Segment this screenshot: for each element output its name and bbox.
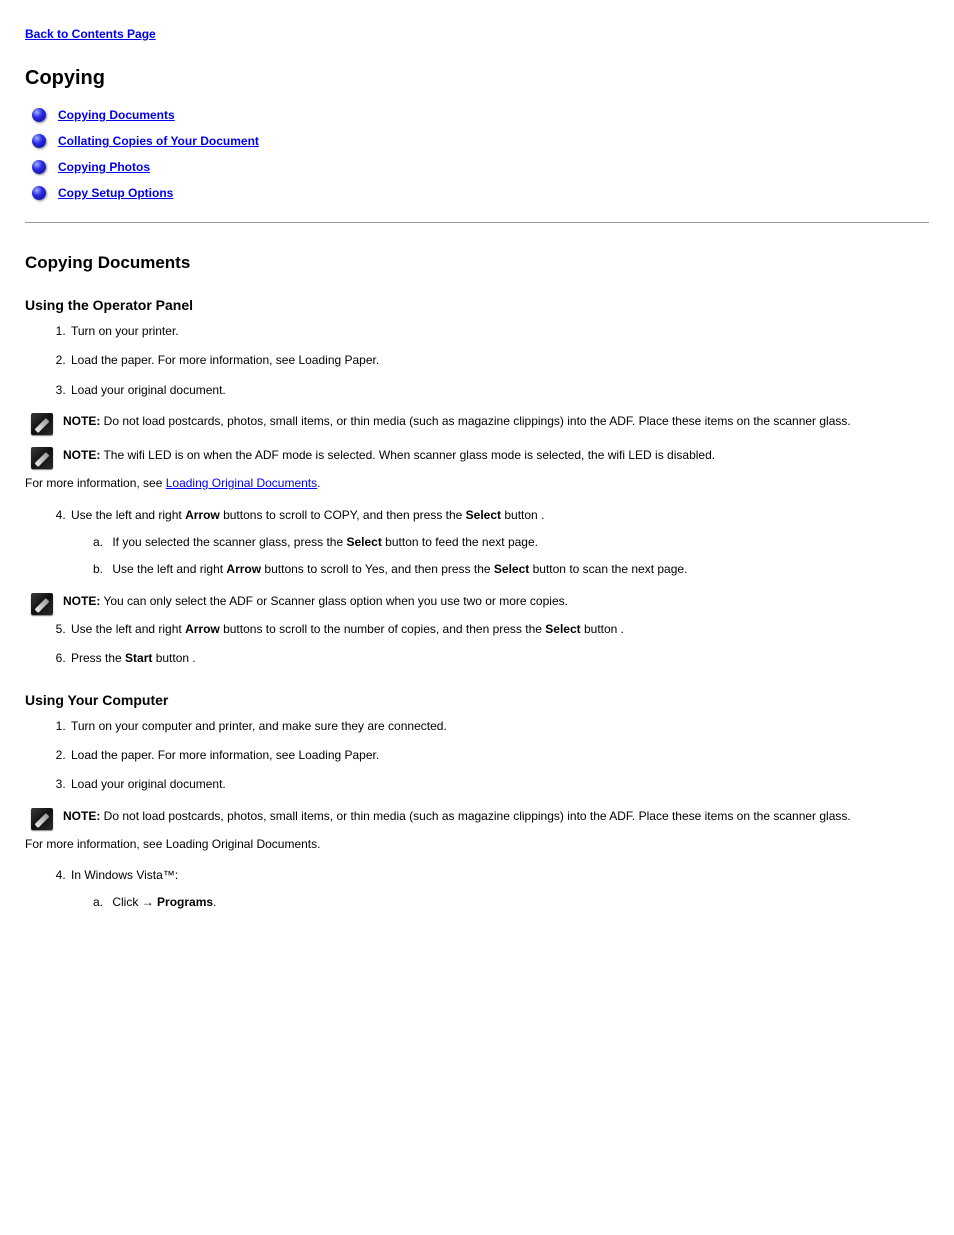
note-text: NOTE: You can only select the ADF or Sca… <box>63 593 568 610</box>
step: Load the paper. For more information, se… <box>69 352 929 369</box>
step: Turn on your computer and printer, and m… <box>69 718 929 735</box>
step: Turn on your printer. <box>69 323 929 340</box>
sub-step-b: b. Use the left and right Arrow buttons … <box>93 561 929 578</box>
more-info-line: For more information, see Loading Origin… <box>25 475 929 492</box>
more-info-line-2: For more information, see Loading Origin… <box>25 836 929 853</box>
sub-steps: a. If you selected the scanner glass, pr… <box>71 534 929 579</box>
steps-computer-4: In Windows Vista™: a. Click → Programs. <box>25 867 929 912</box>
bullet-icon <box>32 108 46 122</box>
page-title: Copying <box>25 67 929 90</box>
note: NOTE: Do not load postcards, photos, sma… <box>25 413 929 435</box>
pencil-note-icon <box>31 593 53 615</box>
note: NOTE: Do not load postcards, photos, sma… <box>25 808 929 830</box>
subsection-using-computer: Using Your Computer <box>25 692 929 708</box>
note: NOTE: You can only select the ADF or Sca… <box>25 593 929 615</box>
bullet-icon <box>32 186 46 200</box>
step: Press the Start button . <box>69 650 929 667</box>
bullet-icon <box>32 160 46 174</box>
step: Use the left and right Arrow buttons to … <box>69 507 929 579</box>
pencil-note-icon <box>31 808 53 830</box>
toc-item: Copying Photos <box>25 160 929 174</box>
toc-item: Collating Copies of Your Document <box>25 134 929 148</box>
divider <box>25 222 929 223</box>
bullet-icon <box>32 134 46 148</box>
step: Use the left and right Arrow buttons to … <box>69 621 929 638</box>
toc-list: Copying Documents Collating Copies of Yo… <box>25 108 929 200</box>
step: In Windows Vista™: a. Click → Programs. <box>69 867 929 912</box>
steps-operator-panel-1: Turn on your printer. Load the paper. Fo… <box>25 323 929 399</box>
link-loading-original-documents[interactable]: Loading Original Documents <box>166 476 317 490</box>
note-text: NOTE: The wifi LED is on when the ADF mo… <box>63 447 715 464</box>
note-text: NOTE: Do not load postcards, photos, sma… <box>63 413 851 430</box>
pencil-note-icon <box>31 447 53 469</box>
sub-steps: a. Click → Programs. <box>71 894 929 911</box>
steps-operator-panel-3: Use the left and right Arrow buttons to … <box>25 621 929 668</box>
step: Load your original document. <box>69 382 929 399</box>
toc-item: Copy Setup Options <box>25 186 929 200</box>
sub-step-a: a. Click → Programs. <box>93 894 929 911</box>
toc-link-collating[interactable]: Collating Copies of Your Document <box>58 134 259 148</box>
toc-item: Copying Documents <box>25 108 929 122</box>
toc-link-copying-photos[interactable]: Copying Photos <box>58 160 150 174</box>
steps-operator-panel-2: Use the left and right Arrow buttons to … <box>25 507 929 579</box>
pencil-note-icon <box>31 413 53 435</box>
toc-link-copy-setup[interactable]: Copy Setup Options <box>58 186 173 200</box>
step: Load your original document. <box>69 776 929 793</box>
steps-computer: Turn on your computer and printer, and m… <box>25 718 929 794</box>
back-to-contents-link[interactable]: Back to Contents Page <box>25 27 156 41</box>
section-heading-copying-documents: Copying Documents <box>25 253 929 273</box>
sub-step-a: a. If you selected the scanner glass, pr… <box>93 534 929 551</box>
step: Load the paper. For more information, se… <box>69 747 929 764</box>
subsection-operator-panel: Using the Operator Panel <box>25 297 929 313</box>
note-text: NOTE: Do not load postcards, photos, sma… <box>63 808 851 825</box>
toc-link-copying-documents[interactable]: Copying Documents <box>58 108 175 122</box>
note: NOTE: The wifi LED is on when the ADF mo… <box>25 447 929 469</box>
